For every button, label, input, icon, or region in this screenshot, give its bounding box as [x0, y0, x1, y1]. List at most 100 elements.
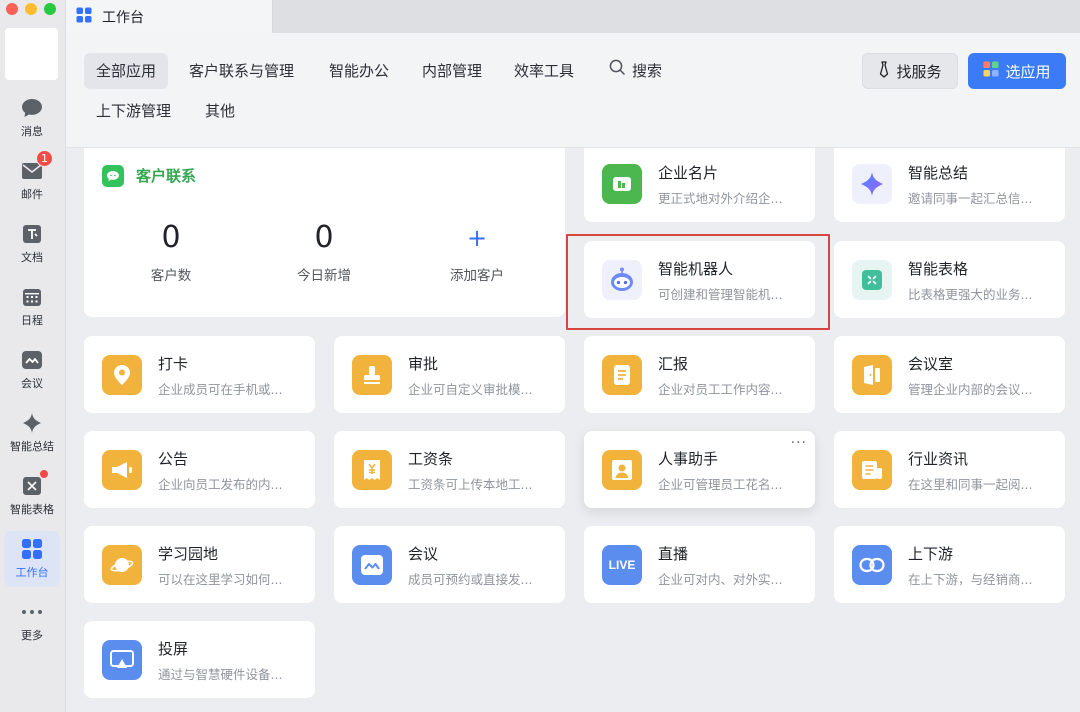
sidebar-item-mail[interactable]: 1 邮件	[4, 150, 60, 209]
app-card-meeting-room[interactable]: 会议室 管理企业内部的会议...	[834, 336, 1065, 413]
sidebar-item-label: 日程	[21, 314, 43, 327]
sidebar-item-meeting[interactable]: 会议	[4, 342, 60, 398]
sparkle-icon	[19, 410, 45, 436]
door-icon	[852, 355, 892, 395]
tab-title: 工作台	[102, 9, 144, 26]
app-name: 学习园地	[158, 545, 219, 563]
robot-icon	[602, 260, 642, 300]
app-card-business-card[interactable]: 企业名片 更正式地对外介绍企...	[584, 148, 815, 222]
app-name: 会议	[408, 545, 439, 563]
sidebar-item-workbench[interactable]: 工作台	[4, 531, 60, 587]
maximize-window-button[interactable]	[44, 3, 56, 15]
customer-count-stat[interactable]: 0 客户数	[111, 220, 231, 284]
report-icon	[602, 355, 642, 395]
new-today-value: 0	[314, 220, 334, 255]
app-card-upstream[interactable]: 上下游 在上下游，与经销商...	[834, 526, 1065, 603]
app-card-payslip[interactable]: 工资条 工资条可上传本地工...	[334, 431, 565, 508]
app-card-hr-assistant[interactable]: 人事助手 企业可管理员工花名... ···	[584, 431, 815, 508]
sidebar-item-more[interactable]: 更多	[4, 594, 60, 650]
app-desc: 成员可预约或直接发...	[408, 572, 533, 587]
more-icon	[19, 599, 45, 625]
app-desc: 工资条可上传本地工...	[408, 477, 533, 492]
planet-icon	[102, 545, 142, 585]
sidebar: 消息 1 邮件 文档 日程 会议 智能总结 智能表格 工作台 更多	[0, 0, 66, 712]
tab-customer-management[interactable]: 客户联系与管理	[177, 53, 306, 89]
smart-table-icon	[19, 469, 49, 499]
sidebar-item-label: 邮件	[21, 188, 43, 201]
workbench-icon	[76, 7, 92, 27]
new-today-stat[interactable]: 0 今日新增	[264, 220, 384, 284]
app-name: 行业资讯	[908, 450, 969, 468]
app-name: 智能机器人	[658, 260, 734, 278]
app-card-learning[interactable]: 学习园地 可以在这里学习如何...	[84, 526, 315, 603]
app-card-meeting[interactable]: 会议 成员可预约或直接发...	[334, 526, 565, 603]
sidebar-item-label: 智能总结	[10, 440, 54, 453]
app-grid: 客户联系 0 客户数 0 今日新增 + 添加客户 企业名片 更正式地对外介绍企.…	[66, 148, 1080, 712]
sidebar-item-calendar[interactable]: 日程	[4, 279, 60, 335]
app-card-smart-table[interactable]: 智能表格 比表格更强大的业务...	[834, 241, 1065, 318]
find-service-label: 找服务	[896, 62, 942, 81]
unread-badge: 1	[36, 150, 53, 167]
sidebar-item-label: 工作台	[15, 566, 49, 579]
more-options-icon[interactable]: ···	[791, 435, 807, 451]
person-icon	[602, 450, 642, 490]
news-icon	[852, 450, 892, 490]
app-desc: 企业成员可在手机或...	[158, 382, 283, 397]
sidebar-item-label: 智能表格	[10, 503, 54, 516]
tab-smart-office[interactable]: 智能办公	[317, 53, 401, 89]
app-card-live[interactable]: LIVE 直播 企业可对内、对外实...	[584, 526, 815, 603]
tab-upstream-downstream[interactable]: 上下游管理	[84, 93, 183, 129]
megaphone-icon	[102, 450, 142, 490]
customer-count-label: 客户数	[150, 268, 192, 284]
find-service-button[interactable]: 找服务	[862, 53, 958, 89]
close-window-button[interactable]	[6, 3, 18, 15]
avatar[interactable]	[5, 28, 58, 80]
app-card-industry-news[interactable]: 行业资讯 在这里和同事一起阅...	[834, 431, 1065, 508]
screen-cast-icon	[102, 640, 142, 680]
app-card-report[interactable]: 汇报 企业对员工工作内容...	[584, 336, 815, 413]
tab-others[interactable]: 其他	[193, 93, 247, 129]
tab-all-apps[interactable]: 全部应用	[84, 53, 169, 89]
search-button[interactable]: 搜索	[597, 53, 674, 89]
app-card-check-in[interactable]: 打卡 企业成员可在手机或...	[84, 336, 315, 413]
calendar-icon	[19, 284, 45, 310]
add-customer-label: 添加客户	[450, 268, 504, 284]
customer-contact-title: 客户联系	[136, 167, 197, 185]
search-icon	[609, 53, 626, 89]
tab-internal-management[interactable]: 内部管理	[410, 53, 494, 89]
minimize-window-button[interactable]	[25, 3, 37, 15]
sidebar-item-messages[interactable]: 消息	[4, 90, 60, 146]
app-card-screen-cast[interactable]: 投屏 通过与智慧硬件设备...	[84, 621, 315, 698]
app-desc: 企业可管理员工花名...	[658, 477, 783, 492]
app-name: 人事助手	[658, 450, 719, 468]
customer-contact-card[interactable]: 客户联系 0 客户数 0 今日新增 + 添加客户	[84, 148, 565, 317]
sidebar-item-docs[interactable]: 文档	[4, 216, 60, 272]
app-desc: 企业可对内、对外实...	[658, 572, 783, 587]
add-customer-button[interactable]: + 添加客户	[417, 220, 537, 284]
app-name: 企业名片	[658, 164, 719, 182]
sidebar-item-label: 更多	[21, 629, 43, 642]
app-name: 审批	[408, 355, 439, 373]
app-desc: 可以在这里学习如何...	[158, 572, 283, 587]
app-card-smart-robot[interactable]: 智能机器人 可创建和管理智能机...	[584, 241, 815, 318]
app-desc: 可创建和管理智能机...	[658, 287, 783, 302]
app-name: 智能表格	[908, 260, 969, 278]
app-card-smart-summary[interactable]: 智能总结 邀请同事一起汇总信...	[834, 148, 1065, 222]
window-controls	[6, 3, 56, 15]
message-icon	[19, 95, 45, 121]
apps-grid-icon	[983, 61, 999, 81]
sidebar-item-smart-table[interactable]: 智能表格	[4, 468, 60, 524]
tab-workbench[interactable]: 工作台	[66, 0, 273, 33]
new-today-label: 今日新增	[297, 268, 351, 284]
sidebar-item-label: 消息	[21, 125, 43, 138]
tab-efficiency-tools[interactable]: 效率工具	[502, 53, 586, 89]
app-name: 直播	[658, 545, 689, 563]
app-card-announcement[interactable]: 公告 企业向员工发布的内...	[84, 431, 315, 508]
app-card-approval[interactable]: 审批 企业可自定义审批模...	[334, 336, 565, 413]
app-desc: 比表格更强大的业务...	[908, 287, 1033, 302]
app-name: 打卡	[158, 355, 189, 373]
sidebar-item-smart-summary[interactable]: 智能总结	[4, 405, 60, 461]
pick-app-button[interactable]: 选应用	[968, 53, 1066, 89]
app-desc: 邀请同事一起汇总信...	[908, 191, 1033, 206]
notification-dot	[39, 469, 49, 479]
